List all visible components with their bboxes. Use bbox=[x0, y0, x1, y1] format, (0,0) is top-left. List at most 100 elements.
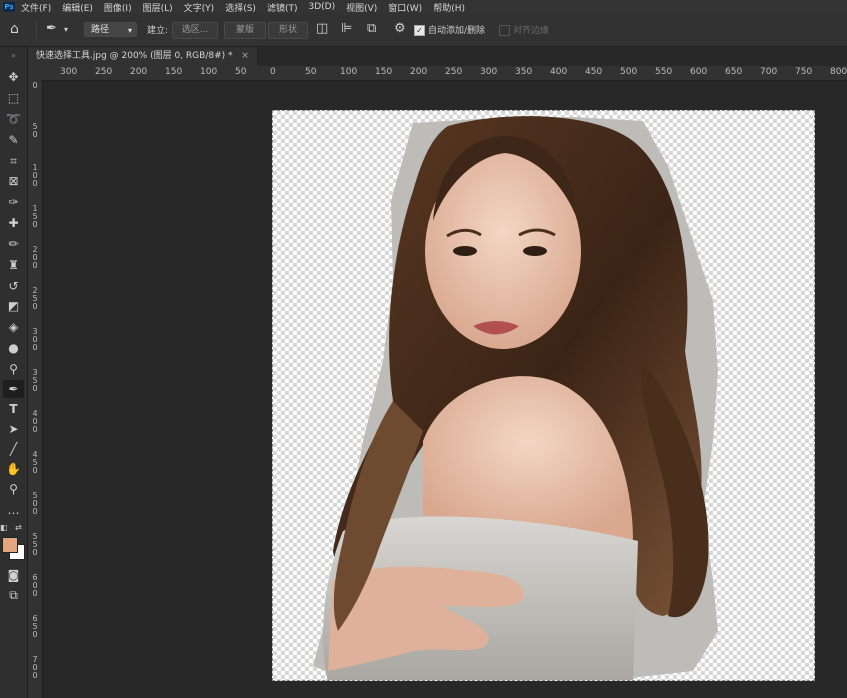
ruler-tick-label: 150 bbox=[165, 67, 183, 77]
panel-collapse-icon[interactable]: » bbox=[3, 47, 24, 65]
auto-add-delete-label: 自动添加/删除 bbox=[428, 26, 486, 36]
healing-brush-icon[interactable]: ✚ bbox=[3, 214, 24, 232]
menu-layer[interactable]: 图层(L) bbox=[143, 1, 173, 14]
make-label: 建立: bbox=[147, 26, 169, 36]
make-shape-button[interactable]: 形状 bbox=[268, 22, 308, 39]
ruler-tick-digit: 0 bbox=[32, 630, 38, 639]
right-eye bbox=[523, 246, 547, 256]
eyedropper-icon[interactable]: ✑ bbox=[3, 193, 24, 211]
ruler-tick-label: 100 bbox=[31, 164, 39, 188]
pen-tool-icon[interactable]: ✒ bbox=[46, 21, 57, 36]
swap-colors-icon[interactable]: ⇄ bbox=[15, 523, 22, 532]
ruler-tick-label: 450 bbox=[31, 451, 39, 475]
ruler-tick-digit: 0 bbox=[32, 466, 38, 475]
ruler-tick-digit: 0 bbox=[32, 302, 38, 311]
align-edges-label: 对齐边缘 bbox=[513, 26, 550, 36]
clone-stamp-icon[interactable]: ♜ bbox=[3, 256, 24, 274]
horizontal-ruler[interactable]: 300 250 200 150 100 50 0 50 100 150 200 250 300 350 40… bbox=[28, 66, 847, 81]
pen-icon[interactable]: ✒ bbox=[3, 380, 24, 398]
blur-icon[interactable]: ● bbox=[3, 339, 24, 357]
make-mask-button[interactable]: 蒙版 bbox=[224, 22, 266, 39]
ruler-tick-label: 500 bbox=[620, 67, 638, 77]
document-tab[interactable]: 快速选择工具.jpg @ 200% (图层 0, RGB/8#) * × bbox=[28, 47, 257, 66]
chevron-down-icon[interactable]: ▾ bbox=[64, 25, 68, 34]
ruler-tick-label: 700 bbox=[31, 656, 39, 680]
ruler-tick-label: 600 bbox=[690, 67, 708, 77]
make-selection-button[interactable]: 选区... bbox=[172, 22, 218, 39]
brush-icon[interactable]: ✏ bbox=[3, 235, 24, 253]
menu-window[interactable]: 窗口(W) bbox=[388, 1, 422, 14]
align-edges-checkbox[interactable] bbox=[499, 25, 510, 36]
zoom-icon[interactable]: ⚲ bbox=[3, 480, 24, 498]
menu-image[interactable]: 图像(I) bbox=[104, 1, 132, 14]
line-icon[interactable]: ╱ bbox=[3, 440, 24, 458]
history-brush-icon[interactable]: ↺ bbox=[3, 277, 24, 295]
document-tab-title: 快速选择工具.jpg @ 200% (图层 0, RGB/8#) * bbox=[36, 51, 233, 61]
ruler-tick-label: 400 bbox=[550, 67, 568, 77]
ruler-tick-label: 550 bbox=[655, 67, 673, 77]
more-tools-icon[interactable]: … bbox=[3, 501, 24, 519]
menu-file[interactable]: 文件(F) bbox=[21, 1, 51, 14]
ruler-tick-label: 150 bbox=[375, 67, 393, 77]
menu-help[interactable]: 帮助(H) bbox=[433, 1, 465, 14]
ruler-tick-digit: 0 bbox=[32, 589, 38, 598]
path-selection-icon[interactable]: ➤ bbox=[3, 420, 24, 438]
ruler-tick-label: 500 bbox=[31, 492, 39, 516]
path-alignment-icon[interactable]: ⊫ bbox=[341, 21, 352, 36]
path-arrangement-icon[interactable]: ⧉ bbox=[367, 21, 376, 36]
hand-icon[interactable]: ✋ bbox=[3, 460, 24, 478]
photoshop-logo: Ps bbox=[3, 2, 15, 12]
ruler-tick-label: 450 bbox=[585, 67, 603, 77]
screen-mode-icon[interactable]: ⧉ bbox=[3, 586, 24, 604]
default-colors-icon[interactable]: ◧ bbox=[0, 523, 8, 532]
ruler-tick-label: 100 bbox=[340, 67, 358, 77]
ruler-tick-label: 100 bbox=[200, 67, 218, 77]
frame-icon[interactable]: ⊠ bbox=[3, 172, 24, 190]
eraser-icon[interactable]: ◩ bbox=[3, 297, 24, 315]
marquee-icon[interactable]: ⬚ bbox=[3, 89, 24, 107]
ruler-tick-label: 800 bbox=[830, 67, 847, 77]
ruler-tick-label: 0 bbox=[31, 82, 39, 90]
move-icon[interactable]: ✥ bbox=[3, 68, 24, 86]
dodge-icon[interactable]: ⚲ bbox=[3, 360, 24, 378]
menu-type[interactable]: 文字(Y) bbox=[184, 1, 215, 14]
quick-selection-icon[interactable]: ✎ bbox=[3, 131, 24, 149]
paint-bucket-icon[interactable]: ◈ bbox=[3, 318, 24, 336]
menu-3d[interactable]: 3D(D) bbox=[308, 2, 335, 12]
close-icon[interactable]: × bbox=[241, 51, 249, 61]
menu-view[interactable]: 视图(V) bbox=[346, 1, 377, 14]
pen-mode-select[interactable]: 路径 ▾ bbox=[84, 22, 137, 37]
ruler-tick-digit: 0 bbox=[32, 548, 38, 557]
quick-mask-icon[interactable]: ◙ bbox=[3, 566, 24, 584]
options-bar: ⌂ ✒ ▾ 路径 ▾ 建立: 选区... 蒙版 形状 ◫ ⊫ ⧉ ⚙ ✓ 自动添… bbox=[0, 14, 847, 47]
ruler-tick-label: 650 bbox=[31, 615, 39, 639]
vertical-ruler[interactable]: 0501001502002503003504004505005506006507… bbox=[28, 80, 43, 698]
document-canvas[interactable] bbox=[272, 110, 815, 681]
ruler-tick-label: 600 bbox=[31, 574, 39, 598]
lasso-icon[interactable]: ➰ bbox=[3, 110, 24, 128]
menu-select[interactable]: 选择(S) bbox=[225, 1, 256, 14]
ruler-tick-label: 300 bbox=[480, 67, 498, 77]
ruler-tick-label: 200 bbox=[31, 246, 39, 270]
menu-filter[interactable]: 滤镜(T) bbox=[267, 1, 298, 14]
foreground-color-swatch[interactable] bbox=[2, 537, 18, 553]
ruler-tick-digit: 0 bbox=[32, 81, 38, 90]
auto-add-delete-checkbox[interactable]: ✓ bbox=[414, 25, 425, 36]
gear-icon[interactable]: ⚙ bbox=[394, 21, 406, 36]
chevron-down-icon: ▾ bbox=[127, 26, 132, 35]
ruler-tick-digit: 0 bbox=[32, 220, 38, 229]
menu-edit[interactable]: 编辑(E) bbox=[62, 1, 93, 14]
ruler-tick-label: 150 bbox=[31, 205, 39, 229]
ruler-tick-digit: 0 bbox=[32, 671, 38, 680]
home-icon[interactable]: ⌂ bbox=[10, 21, 19, 37]
ruler-tick-label: 200 bbox=[410, 67, 428, 77]
left-eye bbox=[453, 246, 477, 256]
ruler-tick-digit: 0 bbox=[32, 261, 38, 270]
type-icon[interactable]: T bbox=[3, 400, 24, 418]
ruler-tick-label: 50 bbox=[31, 123, 39, 139]
ruler-tick-label: 250 bbox=[31, 287, 39, 311]
crop-icon[interactable]: ⌗ bbox=[3, 152, 24, 170]
ruler-tick-label: 650 bbox=[725, 67, 743, 77]
path-operations-icon[interactable]: ◫ bbox=[316, 21, 328, 36]
ruler-tick-label: 350 bbox=[31, 369, 39, 393]
